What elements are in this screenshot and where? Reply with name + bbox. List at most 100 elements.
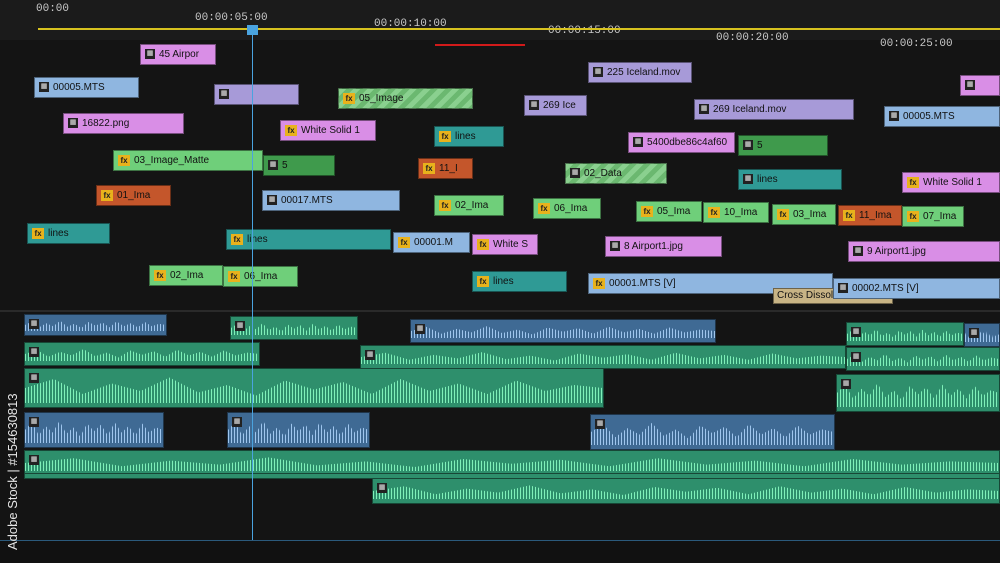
video-clip[interactable]: fx 05_Ima [636, 201, 702, 222]
audio-clip[interactable]: ▦ [227, 412, 370, 448]
video-clip[interactable]: fx lines [434, 126, 504, 147]
clip-thumbnail-icon: ▦ [841, 379, 851, 389]
waveform [25, 457, 999, 471]
fx-icon: fx [101, 190, 113, 201]
audio-clip[interactable]: ▦ [372, 478, 1000, 504]
clip-label: 16822.png [82, 118, 130, 129]
clip-thumbnail-icon: ▦ [145, 49, 155, 59]
clip-label: 02_Ima [455, 200, 489, 211]
video-clip[interactable]: fx 05_Image [338, 88, 473, 109]
video-clip[interactable]: fx 03_Ima [772, 204, 836, 225]
ruler-label: 00:00 [36, 3, 70, 15]
timeline-scrollbar[interactable] [0, 540, 1000, 563]
clip-thumbnail-icon: ▦ [743, 140, 753, 150]
watermark: Adobe Stock | #154630813 [5, 393, 20, 550]
clip-label: 05_Ima [657, 206, 691, 217]
audio-clip[interactable]: ▦ [590, 414, 835, 450]
video-clip[interactable]: ▦ 02_Data [565, 163, 667, 184]
video-clip[interactable]: fx 02_Ima [434, 195, 504, 216]
video-clip[interactable]: fx lines [27, 223, 110, 244]
fx-icon: fx [641, 206, 653, 217]
fx-icon: fx [228, 271, 240, 282]
audio-clip[interactable]: ▦ [230, 316, 358, 340]
clip-thumbnail-icon: ▦ [853, 246, 863, 256]
fx-icon: fx [777, 209, 789, 220]
playhead[interactable] [252, 26, 253, 562]
clip-label: 01_Ima [117, 190, 151, 201]
ruler-label: 00:00:05:00 [195, 12, 268, 24]
video-clip[interactable]: ▦ 45 Airpor [140, 44, 216, 65]
clip-thumbnail-icon: ▦ [965, 80, 975, 90]
audio-clip[interactable]: ▦ [846, 347, 1000, 371]
fx-icon: fx [538, 203, 550, 214]
video-clip[interactable]: fx lines [226, 229, 391, 250]
video-clip[interactable]: ▦ 00005.MTS [34, 77, 139, 98]
clip-thumbnail-icon: ▦ [29, 373, 39, 383]
waveform [25, 349, 259, 361]
waveform [847, 354, 999, 366]
audio-clip[interactable]: ▦ [24, 342, 260, 366]
video-clip[interactable]: ▦ 9 Airport1.jpg [848, 241, 1000, 262]
video-clip[interactable]: ▦ [214, 84, 299, 105]
video-clip[interactable]: fx 00001.M [393, 232, 470, 253]
video-clip[interactable]: fx White S [472, 234, 538, 255]
video-clip[interactable]: fx 11_Ima [838, 205, 902, 226]
video-clip[interactable]: ▦ 00005.MTS [884, 106, 1000, 127]
audio-clip[interactable]: ▦ [24, 368, 604, 408]
audio-clip[interactable]: ▦ [24, 412, 164, 448]
fx-icon: fx [907, 211, 919, 222]
video-clip[interactable]: fx 02_Ima [149, 265, 223, 286]
video-clip[interactable]: ▦ lines [738, 169, 842, 190]
video-clip[interactable]: ▦ 5400dbe86c4af60 [628, 132, 735, 153]
fx-icon: fx [708, 207, 720, 218]
clip-label: 06_Ima [554, 203, 588, 214]
video-clip[interactable]: ▦ 269 Iceland.mov [694, 99, 854, 120]
playhead-handle-icon[interactable] [247, 25, 258, 35]
timeline-panel[interactable]: 00:00 00:00:05:00 00:00:10:00 00:00:15:0… [0, 0, 1000, 563]
fx-icon: fx [398, 237, 410, 248]
audio-clip[interactable]: ▦ [360, 345, 846, 369]
fx-icon: fx [118, 155, 130, 166]
video-clip[interactable]: fx White Solid 1 [902, 172, 1000, 193]
fx-icon: fx [593, 278, 605, 289]
video-clip[interactable]: ▦ [960, 75, 1000, 96]
audio-clip[interactable]: ▦ [846, 322, 964, 346]
clip-label: 8 Airport1.jpg [624, 241, 683, 252]
video-clip[interactable]: fx lines [472, 271, 567, 292]
waveform [411, 326, 715, 338]
clip-label: 5 [282, 160, 288, 171]
audio-clip[interactable]: ▦ [836, 374, 1000, 412]
time-ruler[interactable]: 00:00 00:00:05:00 00:00:10:00 00:00:15:0… [0, 0, 1000, 50]
audio-clip[interactable]: ▦ [410, 319, 716, 343]
fx-icon: fx [32, 228, 44, 239]
video-clip[interactable]: fx 10_Ima [703, 202, 769, 223]
video-clip[interactable]: fx White Solid 1 [280, 120, 376, 141]
waveform [847, 329, 963, 341]
video-clip[interactable]: ▦ 00017.MTS [262, 190, 400, 211]
clip-label: 07_Ima [923, 211, 957, 222]
video-clip[interactable]: fx 03_Image_Matte [113, 150, 263, 171]
video-clip[interactable]: ▦ 5 [263, 155, 335, 176]
clip-label: 00017.MTS [281, 195, 333, 206]
video-clip[interactable]: ▦ 225 Iceland.mov [588, 62, 692, 83]
video-clip[interactable]: fx 06_Ima [223, 266, 298, 287]
av-divider [0, 310, 1000, 312]
video-clip[interactable]: fx 11_I [418, 158, 473, 179]
clip-label: 06_Ima [244, 271, 278, 282]
fx-icon: fx [477, 239, 489, 250]
clip-label: 269 Ice [543, 100, 576, 111]
audio-clip[interactable]: ▦ [24, 314, 167, 336]
video-clip[interactable]: ▦ 269 Ice [524, 95, 587, 116]
video-clip[interactable]: ▦ 8 Airport1.jpg [605, 236, 722, 257]
clip-label: 269 Iceland.mov [713, 104, 787, 115]
video-clip[interactable]: fx 07_Ima [902, 206, 964, 227]
video-clip[interactable]: fx 06_Ima [533, 198, 601, 219]
work-area-bar[interactable] [38, 28, 1000, 30]
clip-thumbnail-icon: ▦ [29, 417, 39, 427]
video-clip[interactable]: ▦ 00002.MTS [V] [833, 278, 1000, 299]
fx-icon: fx [343, 93, 355, 104]
video-clip[interactable]: ▦ 5 [738, 135, 828, 156]
audio-clip[interactable]: ▦ [964, 323, 1000, 347]
video-clip[interactable]: ▦ 16822.png [63, 113, 184, 134]
video-clip[interactable]: fx 01_Ima [96, 185, 171, 206]
